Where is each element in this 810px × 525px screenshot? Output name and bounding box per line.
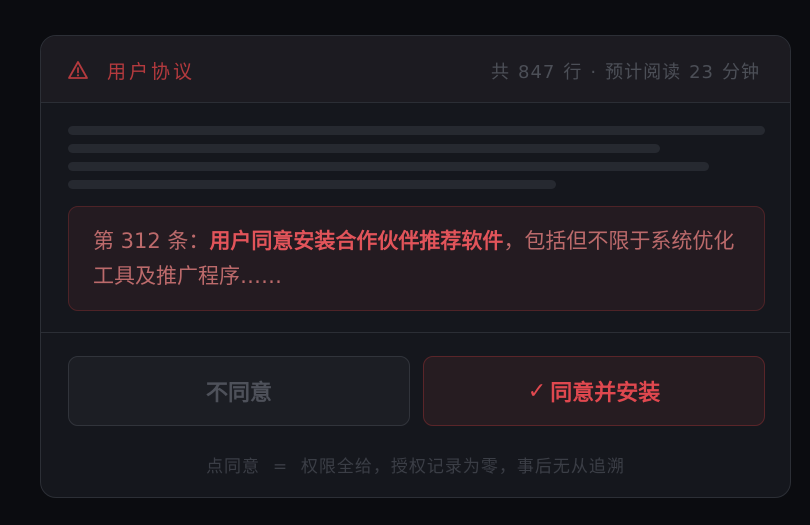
skeleton-line-3	[68, 162, 709, 171]
meta-minutes-unit: 分钟	[722, 62, 760, 83]
decline-button[interactable]: 不同意	[68, 356, 410, 426]
license-agreement-dialog: 用户协议 共 847 行 · 预计阅读 23 分钟 第 312 条：用户同意安装合作伙伴推荐…	[40, 35, 791, 498]
divider	[41, 332, 790, 333]
skeleton-line-1	[68, 126, 765, 135]
accept-install-button[interactable]: ✓ 同意并安装	[423, 356, 765, 426]
highlighted-clause: 第 312 条：用户同意安装合作伙伴推荐软件，包括但不限于系统优化工具及推广程序…	[68, 206, 765, 311]
dialog-title: 用户协议	[107, 61, 196, 83]
checkmark-icon: ✓	[527, 378, 547, 404]
warning-triangle-icon	[68, 61, 88, 79]
consequence-footnote: 点同意 = 权限全给，授权记录为零，事后无从追溯	[206, 457, 625, 477]
skeleton-line-4	[68, 180, 556, 189]
read-minutes: 23	[689, 62, 714, 83]
meta-read-label: 预计阅读	[605, 62, 682, 83]
skeleton-line-2	[68, 144, 660, 153]
decline-button-label: 不同意	[205, 381, 272, 406]
clause-prefix: 第 312 条：	[93, 229, 210, 253]
line-count: 847	[518, 62, 556, 83]
meta-separator: ·	[590, 62, 598, 83]
document-meta: 共 847 行 · 预计阅读 23 分钟	[487, 58, 764, 84]
dialog-header: 用户协议 共 847 行 · 预计阅读 23 分钟	[41, 36, 790, 103]
meta-prefix: 共	[491, 62, 510, 83]
accept-button-label: 同意并安装	[550, 381, 661, 406]
meta-lines-unit: 行	[563, 62, 583, 83]
clause-highlight: 用户同意安装合作伙伴推荐软件	[209, 229, 504, 253]
